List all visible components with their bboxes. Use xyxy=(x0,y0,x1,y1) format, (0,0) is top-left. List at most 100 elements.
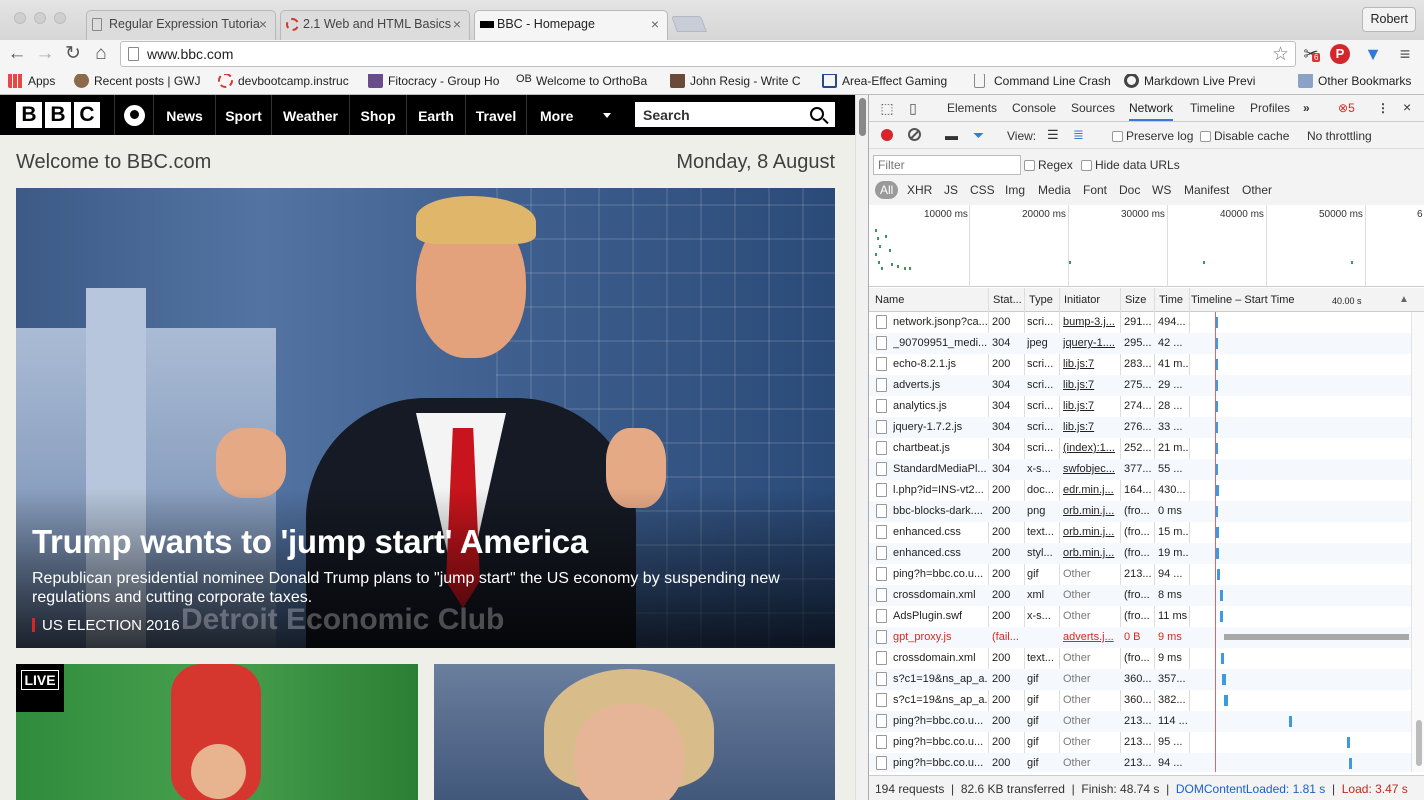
camera-icon[interactable]: ▬ xyxy=(945,128,958,143)
row-name[interactable]: crossdomain.xml xyxy=(893,589,987,601)
row-name[interactable]: s?c1=19&ns_ap_a... xyxy=(893,673,987,685)
type-filter-manifest[interactable]: Manifest xyxy=(1184,183,1229,197)
filter-input[interactable] xyxy=(873,155,1021,175)
row-initiator[interactable]: adverts.j... xyxy=(1063,631,1119,643)
close-tab-icon[interactable]: × xyxy=(651,16,659,32)
row-initiator[interactable]: lib.js:7 xyxy=(1063,400,1119,412)
bookmark-command-line[interactable]: Command Line Crash xyxy=(974,74,1110,88)
row-name[interactable]: AdsPlugin.swf xyxy=(893,610,987,622)
tab-console[interactable]: Console xyxy=(1012,101,1056,115)
bookmark-gwj[interactable]: Recent posts | GWJ xyxy=(74,74,210,88)
row-initiator[interactable]: lib.js:7 xyxy=(1063,421,1119,433)
hide-data-urls-checkbox[interactable]: Hide data URLs xyxy=(1081,158,1180,172)
bookmark-fitocracy[interactable]: Fitocracy - Group Ho xyxy=(368,74,502,88)
col-name[interactable]: Name xyxy=(875,294,904,306)
row-name[interactable]: crossdomain.xml xyxy=(893,652,987,664)
nav-earth[interactable]: Earth xyxy=(407,95,466,135)
tab-network[interactable]: Network xyxy=(1129,101,1174,121)
hero-headline[interactable]: Trump wants to 'jump start' America xyxy=(32,523,588,561)
row-name[interactable]: echo-8.2.1.js xyxy=(893,358,987,370)
nav-weather[interactable]: Weather xyxy=(272,95,350,135)
hero-story[interactable]: Detroit Economic Club Trump wants to 'ju… xyxy=(16,188,835,648)
tab-web-html-basics[interactable]: 2.1 Web and HTML Basics × xyxy=(280,10,470,40)
disable-cache-checkbox[interactable]: Disable cache xyxy=(1200,129,1289,143)
row-initiator[interactable]: Other xyxy=(1063,673,1119,685)
row-initiator[interactable]: orb.min.j... xyxy=(1063,547,1119,559)
row-name[interactable]: gpt_proxy.js xyxy=(893,631,987,643)
row-name[interactable]: _90709951_medi... xyxy=(893,337,987,349)
address-bar[interactable]: ☆ xyxy=(120,41,1296,67)
url-input[interactable] xyxy=(147,45,1247,63)
tab-profiles[interactable]: Profiles xyxy=(1250,101,1290,115)
bookmark-apps[interactable]: Apps xyxy=(8,74,64,88)
table-row[interactable]: enhanced.css 200 text... orb.min.j... (fro..… xyxy=(869,522,1411,543)
table-row[interactable]: s?c1=19&ns_ap_a... 200 gif Other 360... 357..… xyxy=(869,669,1411,690)
account-icon[interactable] xyxy=(114,95,154,135)
table-row[interactable]: gpt_proxy.js (fail... adverts.j... 0 B 9 ms xyxy=(869,627,1411,648)
extension-shield-icon[interactable]: ▼ xyxy=(1362,43,1384,65)
row-initiator[interactable]: Other xyxy=(1063,694,1119,706)
extension-scissors-icon[interactable]: ✂ 6 xyxy=(1300,43,1322,65)
menu-icon[interactable]: ≡ xyxy=(1394,43,1416,65)
network-overview[interactable]: 10000 ms 20000 ms 30000 ms 40000 ms 5000… xyxy=(869,205,1424,287)
tab-sources[interactable]: Sources xyxy=(1071,101,1115,115)
bookmark-other[interactable]: Other Bookmarks xyxy=(1298,74,1418,88)
type-filter-js[interactable]: JS xyxy=(944,183,958,197)
record-icon[interactable] xyxy=(881,129,893,141)
bookmark-orthoba[interactable]: OB Welcome to OrthoBa xyxy=(516,74,652,88)
checkbox-box[interactable] xyxy=(1112,131,1123,142)
nav-shop[interactable]: Shop xyxy=(350,95,407,135)
row-name[interactable]: network.jsonp?ca... xyxy=(893,316,987,328)
row-initiator[interactable]: Other xyxy=(1063,568,1119,580)
table-row[interactable]: network.jsonp?ca... 200 scri... bump-3.j...… xyxy=(869,312,1411,333)
row-initiator[interactable]: edr.min.j... xyxy=(1063,484,1119,496)
tab-regex-tutorial[interactable]: Regular Expression Tutoria × xyxy=(86,10,276,40)
row-initiator[interactable]: Other xyxy=(1063,715,1119,727)
row-initiator[interactable]: Other xyxy=(1063,757,1119,769)
bookmark-devbootcamp[interactable]: devbootcamp.instruc xyxy=(218,74,356,88)
search-input[interactable] xyxy=(635,102,835,127)
type-filter-font[interactable]: Font xyxy=(1083,183,1107,197)
reload-icon[interactable]: ↻ xyxy=(62,43,84,65)
row-initiator[interactable]: orb.min.j... xyxy=(1063,505,1119,517)
row-initiator[interactable]: Other xyxy=(1063,589,1119,601)
col-time[interactable]: Time xyxy=(1159,294,1183,306)
table-row[interactable]: AdsPlugin.swf 200 x-s... Other (fro... 11 ms xyxy=(869,606,1411,627)
row-initiator[interactable]: lib.js:7 xyxy=(1063,379,1119,391)
minimize-window-dot[interactable] xyxy=(34,12,46,24)
table-row[interactable]: ping?h=bbc.co.u... 200 gif Other 213... 94 ..… xyxy=(869,564,1411,585)
row-name[interactable]: enhanced.css xyxy=(893,526,987,538)
nav-news[interactable]: News xyxy=(154,95,216,135)
forward-arrow-icon[interactable]: → xyxy=(34,43,56,65)
checkbox-box[interactable] xyxy=(1024,160,1035,171)
close-tab-icon[interactable]: × xyxy=(453,16,461,32)
hero-tag[interactable]: US ELECTION 2016 xyxy=(42,617,180,634)
type-filter-css[interactable]: CSS xyxy=(970,183,995,197)
close-window-dot[interactable] xyxy=(14,12,26,24)
col-size[interactable]: Size xyxy=(1125,294,1146,306)
row-initiator[interactable]: Other xyxy=(1063,736,1119,748)
type-filter-media[interactable]: Media xyxy=(1038,183,1071,197)
col-initiator[interactable]: Initiator xyxy=(1064,294,1100,306)
row-name[interactable]: jquery-1.7.2.js xyxy=(893,421,987,433)
table-row[interactable]: analytics.js 304 scri... lib.js:7 274... 28 .… xyxy=(869,396,1411,417)
table-row[interactable]: ping?h=bbc.co.u... 200 gif Other 213... 114 .… xyxy=(869,711,1411,732)
row-initiator[interactable]: lib.js:7 xyxy=(1063,358,1119,370)
search-icon[interactable] xyxy=(810,107,824,121)
type-filter-other[interactable]: Other xyxy=(1242,183,1272,197)
devtools-scrollbar[interactable] xyxy=(1411,312,1424,772)
kebab-menu-icon[interactable]: ⋮ xyxy=(1377,101,1389,115)
clear-icon[interactable] xyxy=(908,128,921,141)
col-status[interactable]: Stat... xyxy=(993,294,1022,306)
row-name[interactable]: ping?h=bbc.co.u... xyxy=(893,736,987,748)
table-row[interactable]: crossdomain.xml 200 text... Other (fro... 9 m… xyxy=(869,648,1411,669)
zoom-window-dot[interactable] xyxy=(54,12,66,24)
row-initiator[interactable]: Other xyxy=(1063,610,1119,622)
row-name[interactable]: bbc-blocks-dark.... xyxy=(893,505,987,517)
table-row[interactable]: crossdomain.xml 200 xml Other (fro... 8 ms xyxy=(869,585,1411,606)
home-icon[interactable]: ⌂ xyxy=(90,43,112,65)
type-filter-all[interactable]: All xyxy=(875,181,899,199)
row-initiator[interactable]: jquery-1.... xyxy=(1063,337,1119,349)
throttling-select[interactable]: No throttling xyxy=(1307,129,1372,143)
profile-button[interactable]: Robert xyxy=(1362,7,1416,32)
